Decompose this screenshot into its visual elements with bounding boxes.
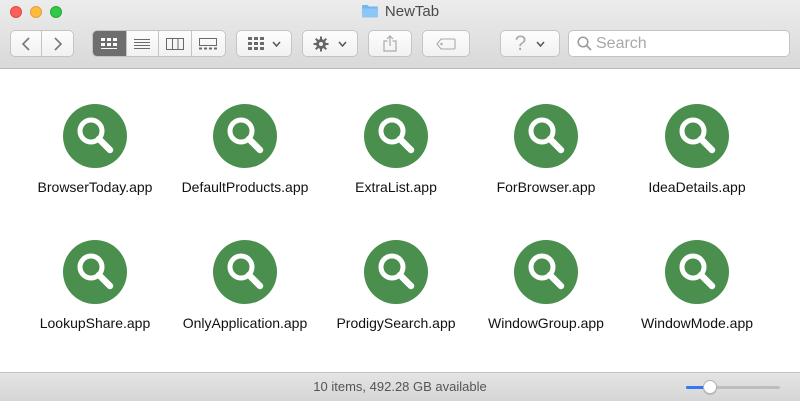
gear-icon [313,36,329,51]
search-input[interactable] [592,34,776,53]
file-name: WindowGroup.app [488,315,604,331]
window-title-text: NewTab [384,3,440,20]
icon-view-button[interactable] [93,31,127,56]
view-mode-group [92,30,226,57]
forward-button[interactable] [42,31,73,56]
chevron-down-icon [338,41,347,47]
list-view-button[interactable] [127,31,160,56]
chevron-down-icon [271,41,281,47]
back-button[interactable] [11,31,43,56]
file-item[interactable]: DefaultProducts.app [170,103,320,195]
magnifier-app-icon [665,104,729,168]
file-name: WindowMode.app [640,315,754,331]
file-item[interactable]: ExtraList.app [321,103,471,195]
magnifier-app-icon [665,240,729,304]
window-title: NewTab [0,3,800,20]
file-name: DefaultProducts.app [181,179,309,195]
file-item[interactable]: ForBrowser.app [471,103,621,195]
group-by-menu-button[interactable] [236,30,292,57]
file-name: BrowserToday.app [37,179,153,195]
share-button[interactable] [368,30,412,57]
magnifier-app-icon [63,240,127,304]
icon-grid: BrowserToday.app DefaultProducts.app Ext… [0,69,800,372]
magnifier-app-icon [514,240,578,304]
toolbar-area: NewTab ? Search [0,0,800,69]
icon-size-slider[interactable] [686,380,780,394]
help-menu-button[interactable]: ? [500,30,560,57]
help-icon: ? [514,32,527,55]
magnifier-app-icon [63,104,127,168]
share-icon [383,35,397,52]
file-item[interactable]: WindowMode.app [622,239,772,331]
column-view-button[interactable] [159,31,192,56]
file-name: OnlyApplication.app [182,315,308,331]
file-item[interactable]: IdeaDetails.app [622,103,772,195]
file-name: LookupShare.app [39,315,151,331]
magnifier-app-icon [364,104,428,168]
grid-icon [101,37,118,49]
gallery-view-button[interactable] [192,31,225,56]
search-icon [577,36,592,51]
file-item[interactable]: WindowGroup.app [471,239,621,331]
forward-chevron-icon [53,36,62,51]
columns-icon [165,37,184,50]
file-name: ProdigySearch.app [336,315,456,331]
search-field[interactable] [568,30,790,57]
tags-button[interactable] [422,30,470,57]
finder-window: NewTab ? Search BrowserToday.app Default… [0,0,800,401]
magnifier-app-icon [213,240,277,304]
file-name: ForBrowser.app [496,179,596,195]
gallery-icon [199,37,218,49]
file-item[interactable]: OnlyApplication.app [170,239,320,331]
file-item[interactable]: BrowserToday.app [20,103,170,195]
magnifier-app-icon [213,104,277,168]
list-icon [134,38,151,49]
status-bar: 10 items, 492.28 GB available [0,372,800,401]
file-item[interactable]: LookupShare.app [20,239,170,331]
action-menu-button[interactable] [302,30,358,57]
slider-thumb[interactable] [702,380,717,394]
file-name: ExtraList.app [355,179,437,195]
nav-button-group [10,30,74,57]
tag-icon [436,37,456,50]
file-name: IdeaDetails.app [648,179,746,195]
magnifier-app-icon [364,240,428,304]
back-chevron-icon [21,36,30,51]
status-text: 10 items, 492.28 GB available [313,379,487,394]
magnifier-app-icon [514,104,578,168]
folder-icon [361,5,378,18]
file-item[interactable]: ProdigySearch.app [321,239,471,331]
chevron-down-icon [536,41,545,47]
grid-icon [247,37,264,50]
